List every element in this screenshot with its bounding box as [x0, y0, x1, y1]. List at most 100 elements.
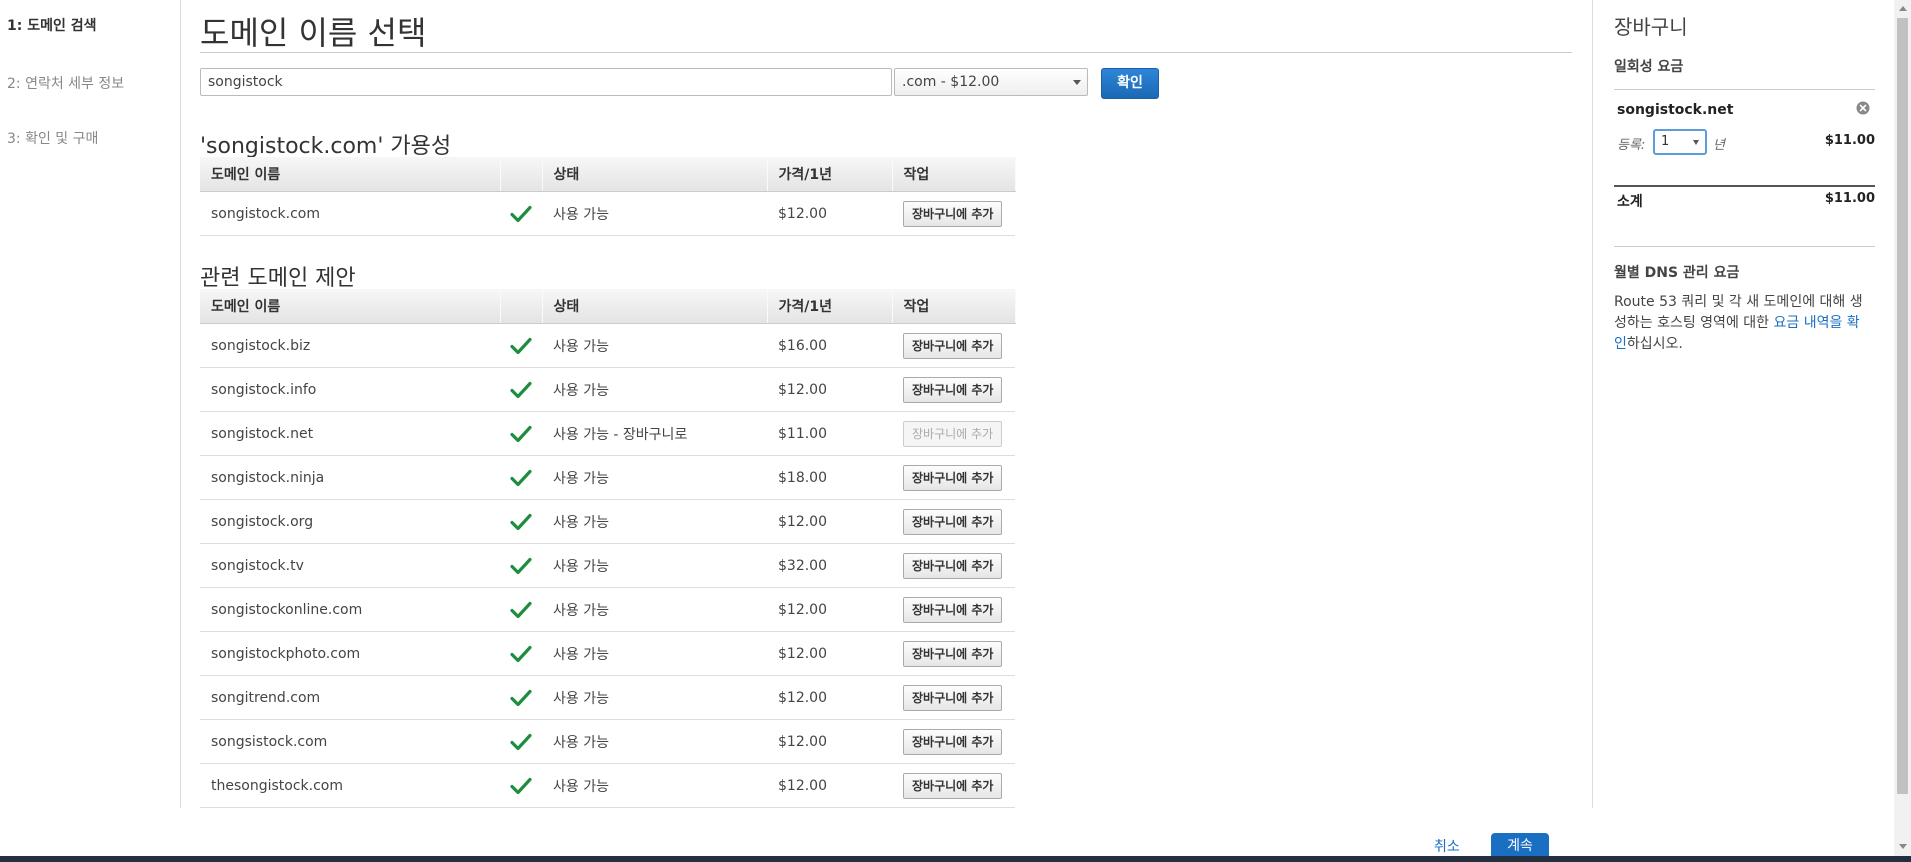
- registration-label: 등록:: [1617, 138, 1646, 153]
- table-row: songistockphoto.com 사용 가능 $12.00 장바구니에 추가: [200, 631, 1015, 676]
- status: 사용 가능: [542, 675, 767, 720]
- page-title: 도메인 이름 선택: [200, 14, 427, 52]
- price: $12.00: [767, 367, 892, 412]
- check-icon: [510, 733, 532, 750]
- table-header-row: 도메인 이름 상태 가격/1년 작업: [200, 289, 1016, 324]
- check-cell: [500, 631, 542, 676]
- domain-name: songistockonline.com: [200, 587, 500, 632]
- add-to-cart-button[interactable]: 장바구니에 추가: [903, 596, 1003, 623]
- action-cell: 장바구니에 추가: [892, 191, 1015, 236]
- remove-icon[interactable]: [1856, 101, 1870, 115]
- add-to-cart-button: 장바구니에 추가: [903, 420, 1003, 447]
- check-cell: [500, 191, 542, 236]
- table-row: songistock.biz 사용 가능 $16.00 장바구니에 추가: [200, 323, 1015, 368]
- add-to-cart-button[interactable]: 장바구니에 추가: [903, 332, 1003, 359]
- table-row: songistock.com 사용 가능 $12.00 장바구니에 추가: [200, 191, 1015, 236]
- scroll-thumb[interactable]: [1897, 18, 1908, 794]
- domain-name: songistock.net: [200, 411, 500, 456]
- subtotal-label: 소계: [1617, 194, 1643, 210]
- check-icon: [510, 425, 532, 442]
- col-domain-name: 도메인 이름: [200, 289, 501, 324]
- price: $12.00: [767, 719, 892, 764]
- vertical-scrollbar[interactable]: [1894, 0, 1911, 856]
- wizard-nav: 1: 도메인 검색 2: 연락처 세부 정보 3: 확인 및 구매: [0, 0, 181, 808]
- domain-name: songistock.org: [200, 499, 500, 544]
- table-row: songistockonline.com 사용 가능 $12.00 장바구니에 추가: [200, 587, 1015, 632]
- status: 사용 가능: [542, 191, 767, 236]
- table-row: songistock.ninja 사용 가능 $18.00 장바구니에 추가: [200, 455, 1015, 500]
- bottom-bar: [0, 856, 1911, 862]
- tld-select-value: .com - $12.00: [902, 74, 1000, 90]
- action-cell: 장바구니에 추가: [892, 455, 1015, 500]
- price: $12.00: [767, 763, 892, 808]
- action-cell: 장바구니에 추가: [892, 499, 1015, 544]
- add-to-cart-button[interactable]: 장바구니에 추가: [903, 376, 1003, 403]
- domain-name: songistock.ninja: [200, 455, 500, 500]
- col-check: [500, 157, 543, 192]
- one-time-fee-label: 일회성 요금: [1614, 59, 1684, 75]
- price: $12.00: [767, 191, 892, 236]
- add-to-cart-button[interactable]: 장바구니에 추가: [903, 552, 1003, 579]
- add-to-cart-button[interactable]: 장바구니에 추가: [903, 640, 1003, 667]
- status: 사용 가능: [542, 499, 767, 544]
- suggestions-title: 관련 도메인 제안: [200, 266, 356, 291]
- scroll-up-icon[interactable]: [1899, 6, 1907, 11]
- check-icon: [510, 557, 532, 574]
- cart-item-price: $11.00: [1824, 133, 1875, 148]
- price: $11.00: [767, 411, 892, 456]
- subtotal-divider: [1614, 185, 1875, 187]
- col-status: 상태: [542, 157, 768, 192]
- chevron-down-icon: [1073, 80, 1081, 85]
- check-cell: [500, 587, 542, 632]
- table-row: songitrend.com 사용 가능 $12.00 장바구니에 추가: [200, 675, 1015, 720]
- check-cell: [500, 675, 542, 720]
- year-unit: 년: [1713, 138, 1725, 153]
- status: 사용 가능: [542, 763, 767, 808]
- table-row: songistock.org 사용 가능 $12.00 장바구니에 추가: [200, 499, 1015, 544]
- action-cell: 장바구니에 추가: [892, 411, 1015, 456]
- add-to-cart-button[interactable]: 장바구니에 추가: [903, 508, 1003, 535]
- add-to-cart-button[interactable]: 장바구니에 추가: [903, 684, 1003, 711]
- check-icon: [510, 469, 532, 486]
- domain-name: songitrend.com: [200, 675, 500, 720]
- check-icon: [510, 645, 532, 662]
- status: 사용 가능: [542, 367, 767, 412]
- action-cell: 장바구니에 추가: [892, 719, 1015, 764]
- check-button[interactable]: 확인: [1101, 68, 1159, 99]
- price: $32.00: [767, 543, 892, 588]
- status: 사용 가능 - 장바구니로: [542, 411, 767, 456]
- cart-panel: 장바구니 일회성 요금 songistock.net 등록: 1 년 $11.0…: [1592, 0, 1875, 808]
- status: 사용 가능: [542, 719, 767, 764]
- action-cell: 장바구니에 추가: [892, 631, 1015, 676]
- add-to-cart-button[interactable]: 장바구니에 추가: [903, 728, 1003, 755]
- wizard-step-search[interactable]: 1: 도메인 검색: [7, 15, 97, 35]
- domain-name: songistock.com: [200, 191, 500, 236]
- col-domain-name: 도메인 이름: [200, 157, 501, 192]
- wizard-step-contact[interactable]: 2: 연락처 세부 정보: [7, 73, 124, 93]
- check-cell: [500, 367, 542, 412]
- registration-years-value: 1: [1661, 134, 1670, 149]
- col-check: [500, 289, 543, 324]
- check-icon: [510, 337, 532, 354]
- cancel-link[interactable]: 취소: [1434, 836, 1460, 856]
- add-to-cart-button[interactable]: 장바구니에 추가: [903, 772, 1003, 799]
- cart-title: 장바구니: [1614, 15, 1688, 39]
- wizard-step-confirm[interactable]: 3: 확인 및 구매: [7, 128, 98, 148]
- table-row: songistock.info 사용 가능 $12.00 장바구니에 추가: [200, 367, 1015, 412]
- domain-search-input[interactable]: [200, 68, 892, 96]
- scroll-down-icon[interactable]: [1899, 844, 1907, 849]
- table-row: songistock.tv 사용 가능 $32.00 장바구니에 추가: [200, 543, 1015, 588]
- add-to-cart-button[interactable]: 장바구니에 추가: [903, 464, 1003, 491]
- col-action: 작업: [892, 157, 1016, 192]
- tld-select[interactable]: .com - $12.00: [894, 68, 1088, 96]
- registration-years-select[interactable]: 1: [1653, 129, 1707, 155]
- check-cell: [500, 543, 542, 588]
- table-row: songsistock.com 사용 가능 $12.00 장바구니에 추가: [200, 719, 1015, 764]
- domain-name: songistock.tv: [200, 543, 500, 588]
- table-header-row: 도메인 이름 상태 가격/1년 작업: [200, 157, 1016, 192]
- add-to-cart-button[interactable]: 장바구니에 추가: [903, 200, 1003, 227]
- status: 사용 가능: [542, 543, 767, 588]
- domain-name: songsistock.com: [200, 719, 500, 764]
- table-row: thesongistock.com 사용 가능 $12.00 장바구니에 추가: [200, 763, 1015, 808]
- check-icon: [510, 777, 532, 794]
